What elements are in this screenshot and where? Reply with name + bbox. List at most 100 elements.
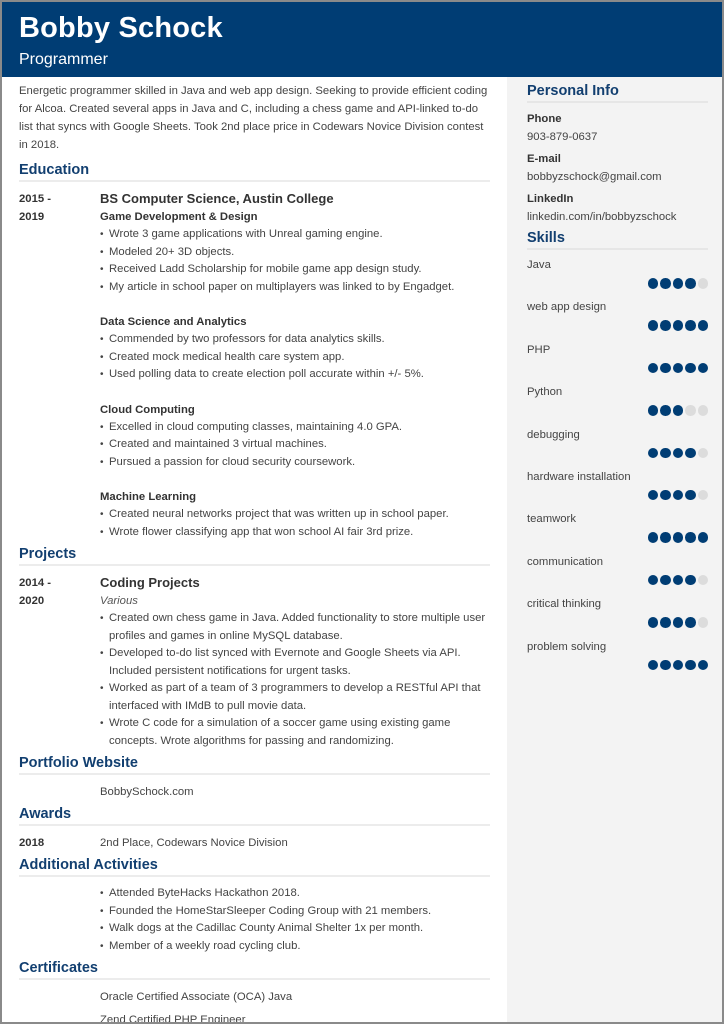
info-label: Phone (527, 113, 562, 125)
rating-dot-empty (697, 278, 708, 289)
activities-entry: Attended ByteHacks Hackathon 2018.Founde… (19, 885, 490, 955)
certificate-list: Oracle Certified Associate (OCA) Java Zen… (100, 988, 490, 1024)
skill-item: problem solving (527, 641, 708, 683)
entry-body: BS Computer Science, Austin College Game… (100, 190, 490, 541)
rating-dot-empty (697, 405, 708, 416)
entry-body: Coding Projects Various Created own ches… (100, 574, 490, 750)
skill-rating (647, 617, 708, 628)
rating-dot-filled (685, 532, 696, 543)
info-field: E-mail bobbyzschock@gmail.com (527, 152, 708, 185)
bullet-item: Wrote 3 game applications with Unreal ga… (100, 226, 490, 244)
skill-rating (647, 278, 708, 289)
course-group-bullets: Created neural networks project that was… (100, 506, 490, 541)
skill-name: communication (527, 555, 603, 568)
skill-name: Java (527, 259, 551, 271)
activity-bullets: Attended ByteHacks Hackathon 2018.Founde… (100, 885, 490, 955)
bullet-item: Created and maintained 3 virtual machine… (100, 436, 490, 454)
rating-dot-empty (697, 617, 708, 628)
rating-dot-filled (672, 617, 683, 628)
rating-dot-filled (660, 617, 671, 628)
section-heading: Education (19, 162, 490, 182)
rating-dot-filled (647, 447, 658, 459)
rating-dot-filled (647, 362, 658, 374)
bullet-item: My article in school paper on multiplaye… (100, 279, 490, 297)
rating-dot-filled (660, 320, 671, 331)
skill-name: Python (527, 386, 563, 399)
rating-dot-filled (697, 320, 708, 331)
degree-title: BS Computer Science, Austin College (100, 191, 334, 206)
bullet-item: Created mock medical health care system … (100, 349, 490, 367)
info-value[interactable]: linkedin.com/in/bobbyzschock (527, 210, 708, 225)
project-bullets: Created own chess game in Java. Added fu… (100, 610, 490, 750)
education-entry: 2015 - 2019 BS Computer Science, Austin … (19, 190, 490, 541)
info-value[interactable]: bobbyzschock@gmail.com (527, 170, 708, 185)
bullet-item: Created neural networks project that was… (100, 506, 490, 524)
candidate-title: Programmer (19, 51, 108, 68)
section-heading: Projects (19, 546, 490, 566)
rating-dot-filled (647, 405, 658, 416)
info-value[interactable]: 903-879-0637 (527, 130, 708, 145)
portfolio-section: Portfolio Website BobbySchock.com (19, 755, 490, 801)
rating-dot-empty (697, 574, 708, 586)
rating-dot-filled (647, 532, 658, 543)
rating-dot-filled (647, 617, 658, 628)
personal-info-list: Phone 903-879-0637 E-mail bobbyzschock@gmai… (527, 112, 708, 225)
rating-dot-filled (672, 278, 683, 289)
rating-dot-filled (685, 362, 696, 374)
rating-dot-filled (660, 532, 671, 543)
course-group-title: Game Development & Design (100, 211, 258, 223)
projects-section: Projects 2014 - 2020 Coding Projects Var… (19, 546, 490, 750)
rating-dot-filled (685, 617, 696, 628)
summary: Energetic programmer skilled in Java and… (19, 85, 488, 151)
awards-section: Awards 2018 2nd Place, Codewars Novice D… (19, 806, 490, 852)
date-end: 2019 (19, 211, 45, 223)
skill-name: web app design (527, 301, 607, 314)
skill-item: teamwork (527, 513, 708, 555)
rating-dot-filled (672, 659, 683, 671)
skill-item: debugging (527, 429, 708, 471)
rating-dot-filled (647, 489, 658, 501)
entry-date-empty (19, 783, 100, 801)
rating-dot-filled (647, 574, 658, 586)
certificate-item: Zend Certified PHP Engineer (100, 1014, 246, 1024)
rating-dot-filled (660, 574, 671, 586)
skills-heading: Skills (527, 230, 708, 250)
skill-item: web app design (527, 301, 708, 343)
rating-dot-filled (685, 320, 696, 331)
rating-dot-filled (660, 278, 671, 289)
skill-item: hardware installation (527, 471, 708, 513)
rating-dot-empty (697, 447, 708, 459)
rating-dot-filled (685, 278, 696, 289)
portfolio-link[interactable]: BobbySchock.com (100, 783, 194, 801)
skill-rating (647, 532, 708, 543)
rating-dot-filled (672, 362, 683, 374)
skill-name: critical thinking (527, 598, 602, 611)
rating-dot-filled (660, 489, 671, 501)
activities-section: Additional Activities Attended ByteHacks… (19, 857, 490, 955)
info-field: LinkedIn linkedin.com/in/bobbyzschock (527, 192, 708, 225)
rating-dot-filled (647, 659, 658, 671)
project-entry: 2014 - 2020 Coding Projects Various Crea… (19, 574, 490, 750)
rating-dot-filled (660, 659, 671, 671)
rating-dot-filled (672, 532, 683, 543)
rating-dot-filled (672, 405, 683, 416)
entry-date-empty (19, 988, 100, 1022)
info-label: E-mail (527, 153, 561, 165)
skill-name: PHP (527, 343, 551, 356)
award-entry: 2018 2nd Place, Codewars Novice Division (19, 834, 490, 852)
rating-dot-filled (660, 405, 671, 416)
section-heading: Portfolio Website (19, 755, 490, 775)
skill-rating (647, 574, 708, 586)
sidebar: Personal Info Phone 903-879-0637 E-mail bob… (507, 77, 722, 1022)
education-groups: Game Development & Design Wrote 3 game ap… (100, 208, 490, 541)
certificates-section: Certificates Oracle Certified Associate … (19, 960, 490, 1024)
rating-dot-filled (660, 362, 671, 374)
bullet-item: Modeled 20+ 3D objects. (100, 244, 490, 262)
skill-name: problem solving (527, 640, 607, 653)
rating-dot-filled (672, 489, 683, 501)
section-heading: Additional Activities (19, 857, 490, 877)
certificate-item: Oracle Certified Associate (OCA) Java (100, 991, 293, 1003)
date-start: 2015 - (19, 193, 52, 205)
